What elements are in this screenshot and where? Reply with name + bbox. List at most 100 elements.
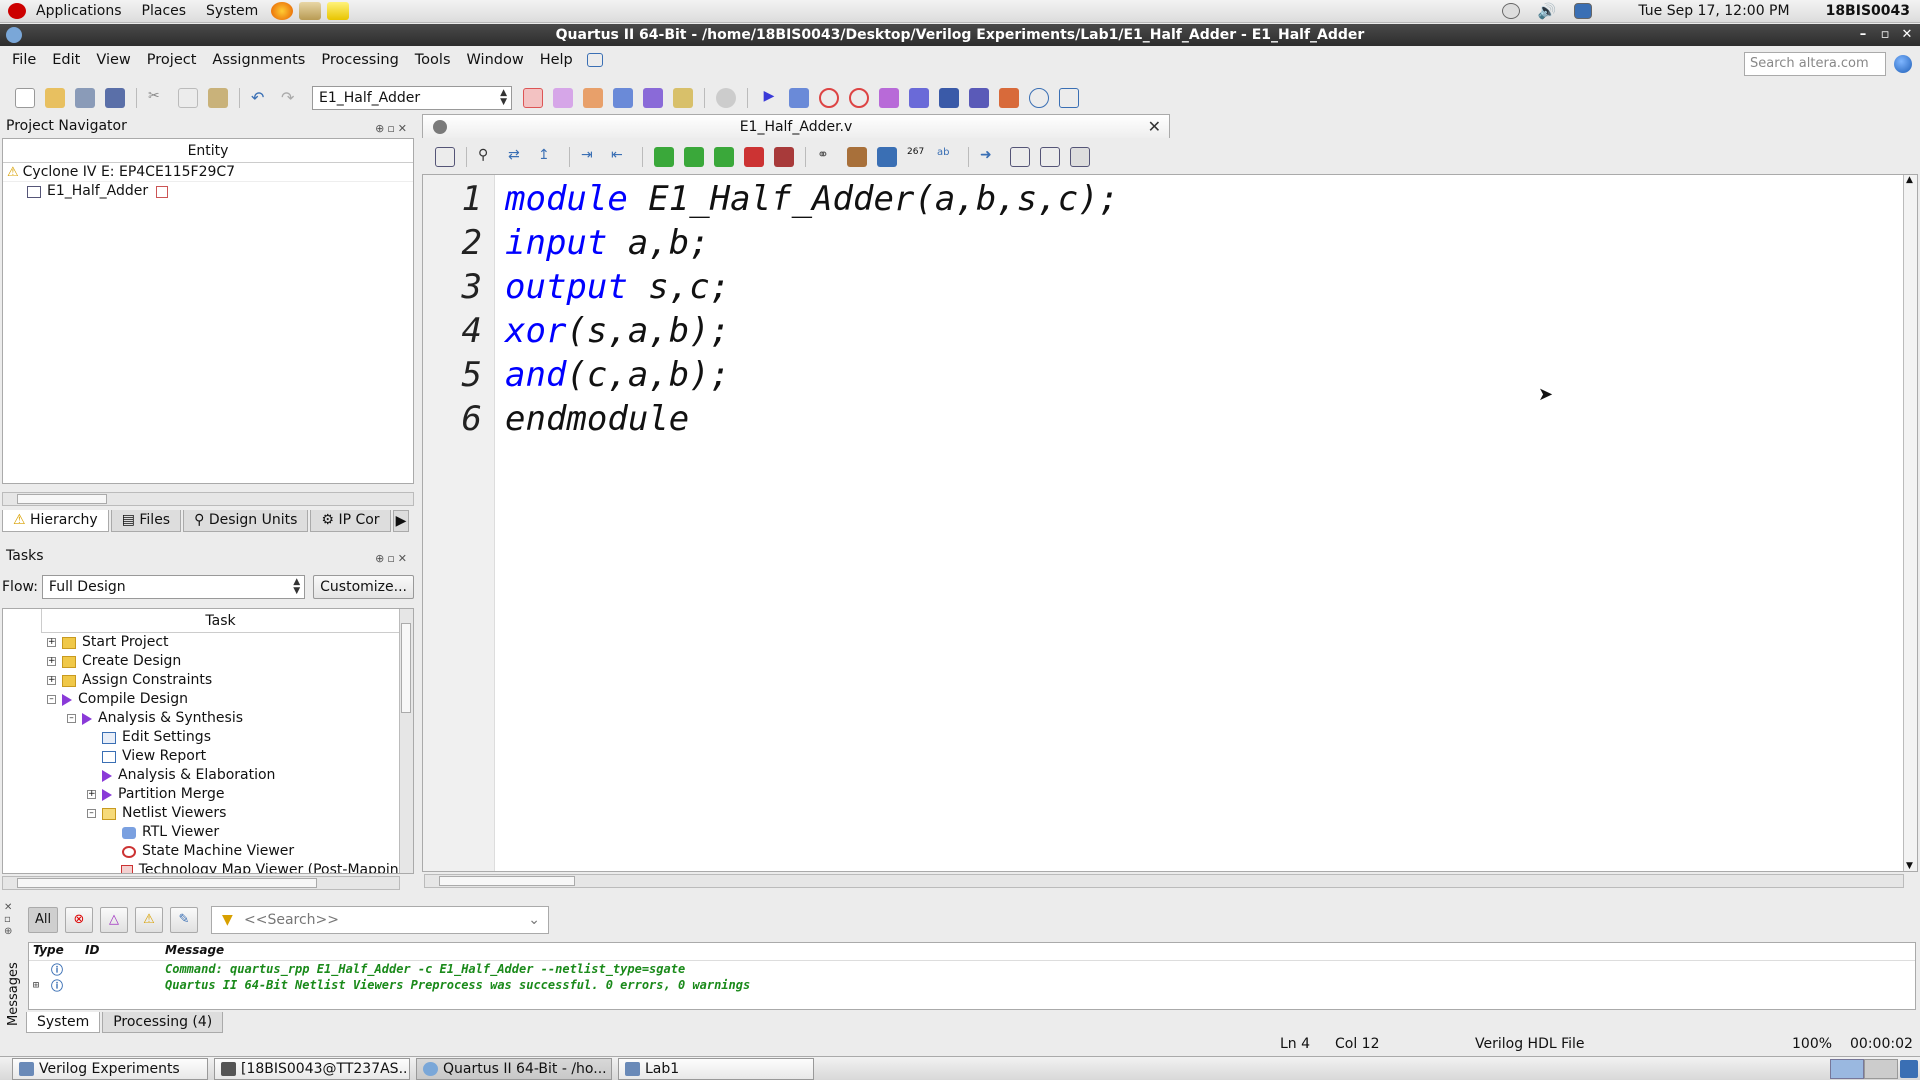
code-line[interactable]: module E1_Half_Adder(a,b,s,c); — [505, 177, 1885, 221]
tab-hierarchy[interactable]: ⚠ Hierarchy — [2, 510, 109, 532]
menu-view[interactable]: View — [88, 52, 138, 68]
maximize-button[interactable]: ▫ — [1874, 24, 1896, 46]
timequest-icon[interactable] — [849, 88, 869, 108]
code-line[interactable]: output s,c; — [505, 265, 1885, 309]
panel-clock[interactable]: Tue Sep 17, 12:00 PM — [1638, 3, 1789, 19]
menu-project[interactable]: Project — [139, 52, 205, 68]
bookmark-prev-icon[interactable] — [714, 147, 734, 167]
message-list[interactable]: Type ID Message ⓘ Command: quartus_rpp E… — [28, 942, 1916, 1010]
task-row[interactable]: + Assign Constraints — [3, 671, 413, 690]
task-row[interactable]: + Partition Merge — [3, 785, 413, 804]
globe-icon[interactable] — [1894, 55, 1912, 73]
message-row[interactable]: ⓘ Command: quartus_rpp E1_Half_Adder -c … — [29, 961, 1915, 977]
scroll-thumb[interactable] — [439, 876, 575, 886]
workspace-2-icon[interactable] — [1864, 1059, 1898, 1079]
network-icon[interactable] — [1574, 3, 1593, 19]
task-row[interactable]: RTL Viewer — [3, 823, 413, 842]
col-message[interactable]: Message — [155, 943, 224, 960]
editor-hscrollbar[interactable] — [424, 874, 1904, 888]
line-numbers-icon[interactable]: 267 — [907, 147, 927, 167]
assignment-editor-icon[interactable] — [553, 88, 573, 108]
redo-icon[interactable]: ↷ — [281, 88, 301, 108]
expand-icon[interactable]: + — [47, 676, 56, 685]
filter-error-icon[interactable]: ⊗ — [65, 907, 93, 933]
copy-icon[interactable] — [178, 88, 198, 108]
taskbar-verilog-experiments[interactable]: Verilog Experiments — [12, 1057, 208, 1080]
scroll-up-icon[interactable]: ▲ — [1906, 175, 1913, 185]
settings-icon[interactable] — [673, 88, 693, 108]
collapse-icon[interactable]: – — [67, 714, 76, 723]
collapse-icon[interactable]: – — [87, 809, 96, 818]
editor-settings-icon[interactable] — [435, 147, 455, 167]
chip-planner-icon[interactable] — [613, 88, 633, 108]
task-row[interactable]: + Create Design — [3, 652, 413, 671]
expand-icon[interactable]: + — [87, 790, 96, 799]
taskbar-lab1[interactable]: Lab1 — [618, 1057, 814, 1080]
entity-select[interactable]: E1_Half_Adder ▲ ▼ — [312, 86, 512, 110]
indent-icon[interactable]: ⇥ — [581, 147, 601, 167]
system-menu[interactable]: System — [196, 0, 268, 23]
rtl-viewer-icon[interactable] — [879, 88, 899, 108]
task-column-header[interactable]: Task — [41, 609, 399, 633]
comment-icon[interactable] — [877, 147, 897, 167]
whats-this-toolbar-icon[interactable] — [1059, 88, 1079, 108]
menu-assignments[interactable]: Assignments — [204, 52, 313, 68]
code-line[interactable]: and(c,a,b); — [505, 353, 1885, 397]
open-file-icon[interactable] — [45, 88, 65, 108]
taskbar-quartus[interactable]: Quartus II 64-Bit - /ho... — [416, 1057, 612, 1080]
programmer-icon[interactable] — [939, 88, 959, 108]
close-window-button[interactable]: ✕ — [1896, 24, 1918, 46]
save-all-icon[interactable] — [105, 88, 125, 108]
menu-help[interactable]: Help — [532, 52, 581, 68]
task-row[interactable]: + Start Project — [3, 633, 413, 652]
filter-critical-warning-icon[interactable]: △ — [100, 907, 128, 933]
bookmark-clear-icon[interactable] — [744, 147, 764, 167]
code-line[interactable]: xor(s,a,b); — [505, 309, 1885, 353]
code-line[interactable]: endmodule — [505, 397, 1885, 441]
expand-icon[interactable]: + — [47, 638, 56, 647]
minimize-button[interactable]: – — [1852, 24, 1874, 46]
expand-message-icon[interactable]: ⊞ — [29, 980, 51, 991]
scroll-down-icon[interactable]: ▼ — [1906, 861, 1913, 871]
paste-icon[interactable] — [208, 88, 228, 108]
signaltap-icon[interactable] — [969, 88, 989, 108]
col-type[interactable]: Type — [29, 943, 85, 960]
show-desktop-icon[interactable] — [1900, 1060, 1918, 1078]
menu-file[interactable]: File — [4, 52, 44, 68]
update-icon[interactable] — [1501, 3, 1520, 19]
task-vscrollbar[interactable] — [399, 609, 413, 873]
scroll-thumb[interactable] — [401, 623, 411, 713]
task-row[interactable]: Analysis & Elaboration — [3, 766, 413, 785]
entity-tree[interactable]: Entity ⚠ Cyclone IV E: EP4CE115F29C7 E1_… — [2, 138, 414, 484]
mail-icon[interactable] — [299, 2, 322, 20]
expand-icon[interactable] — [1040, 147, 1060, 167]
tree-row-top-entity[interactable]: E1_Half_Adder — [3, 182, 413, 201]
applications-menu[interactable]: Applications — [26, 0, 132, 23]
spellcheck-icon[interactable]: ab — [937, 147, 957, 167]
panel-user[interactable]: 18BIS0043 — [1826, 3, 1910, 19]
tab-system[interactable]: System — [26, 1012, 101, 1033]
menu-edit[interactable]: Edit — [44, 52, 88, 68]
pane-controls-icon[interactable]: ✕ ▫ ⊕ — [4, 902, 24, 938]
search-altera-input[interactable]: Search altera.com — [1744, 52, 1886, 76]
close-tab-icon[interactable]: ✕ — [1148, 115, 1161, 139]
message-row[interactable]: ⊞ ⓘ Quartus II 64-Bit Netlist Viewers Pr… — [29, 977, 1915, 993]
analysis-synthesis-icon[interactable] — [789, 88, 809, 108]
project-navigator-icon[interactable] — [523, 88, 543, 108]
col-id[interactable]: ID — [85, 943, 155, 960]
goto-line-icon[interactable]: ↥ — [538, 147, 558, 167]
firefox-icon[interactable] — [271, 2, 294, 20]
task-row[interactable]: View Report — [3, 747, 413, 766]
task-row[interactable]: State Machine Viewer — [3, 842, 413, 861]
filter-warning-icon[interactable]: ⚠ — [135, 907, 163, 933]
workspace-1-icon[interactable] — [1830, 1059, 1864, 1079]
stop-icon[interactable] — [716, 88, 736, 108]
attach-icon[interactable]: ⚭ — [817, 147, 837, 167]
tree-row-device[interactable]: ⚠ Cyclone IV E: EP4CE115F29C7 — [3, 163, 413, 182]
customize-button[interactable]: Customize... — [313, 575, 414, 599]
editor-tab[interactable]: E1_Half_Adder.v ✕ — [422, 114, 1170, 138]
collapse-icon[interactable] — [1010, 147, 1030, 167]
bookmark-list-icon[interactable] — [774, 147, 794, 167]
menu-tools[interactable]: Tools — [407, 52, 459, 68]
collapse-icon[interactable]: – — [47, 695, 56, 704]
